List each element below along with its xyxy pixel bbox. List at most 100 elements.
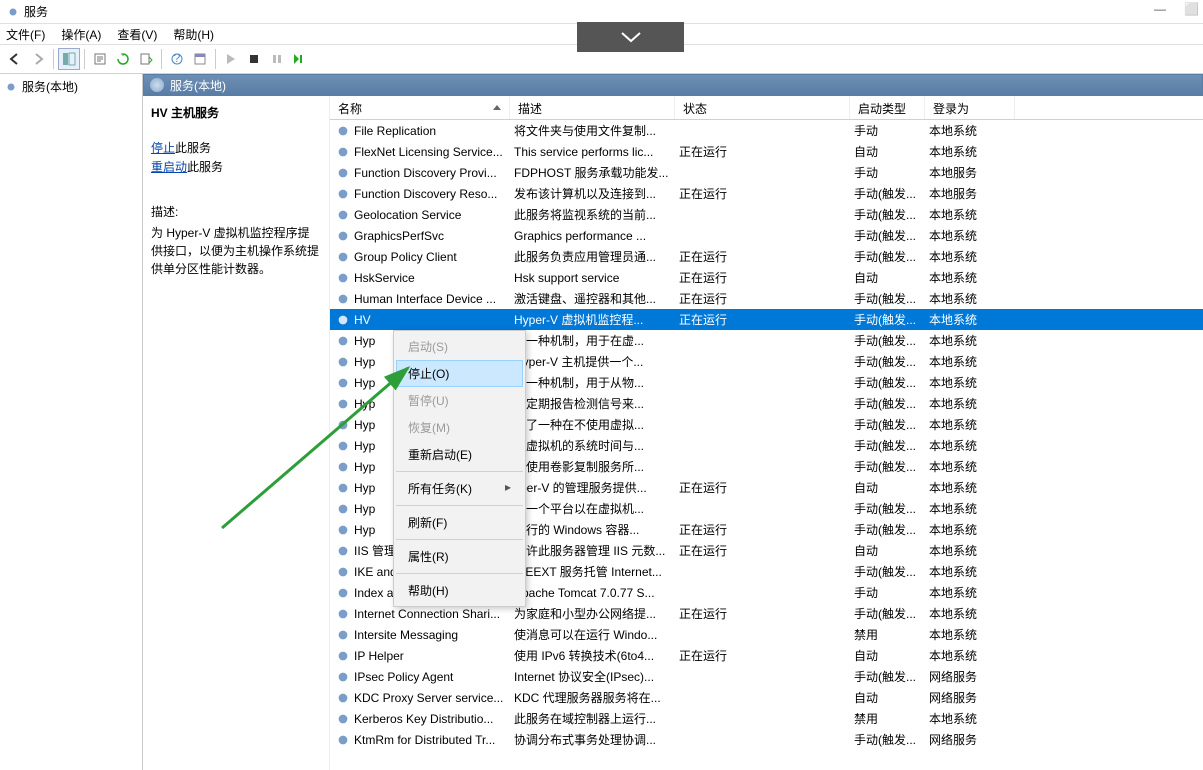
cell-name: IP Helper — [354, 649, 514, 663]
ctx-refresh[interactable]: 刷新(F) — [396, 509, 523, 536]
cell-startup: 手动(触发... — [854, 731, 929, 748]
cell-startup: 自动 — [854, 647, 929, 664]
service-row[interactable]: Intersite Messaging使消息可以在运行 Windo...禁用本地… — [330, 624, 1203, 645]
refresh-button[interactable] — [112, 48, 134, 70]
cell-logon: 本地系统 — [929, 605, 1019, 622]
cell-startup: 手动(触发... — [854, 332, 929, 349]
ctx-restart[interactable]: 重新启动(E) — [396, 441, 523, 468]
ctx-properties[interactable]: 属性(R) — [396, 543, 523, 570]
service-row[interactable]: Geolocation Service此服务将监视系统的当前...手动(触发..… — [330, 204, 1203, 225]
cell-description: FDPHOST 服务承载功能发... — [514, 164, 679, 181]
menu-view[interactable]: 查看(V) — [117, 26, 157, 42]
column-header-description[interactable]: 描述 — [510, 96, 675, 119]
start-service-button[interactable] — [220, 48, 242, 70]
cell-status: 正在运行 — [679, 143, 854, 160]
forward-button[interactable] — [27, 48, 49, 70]
service-row[interactable]: Kerberos Key Distributio...此服务在域控制器上运行..… — [330, 708, 1203, 729]
cell-description: This service performs lic... — [514, 145, 679, 159]
column-header-startup[interactable]: 启动类型 — [850, 96, 925, 119]
ctx-pause: 暂停(U) — [396, 387, 523, 414]
cell-logon: 本地系统 — [929, 374, 1019, 391]
service-row[interactable]: KDC Proxy Server service...KDC 代理服务器服务将在… — [330, 687, 1203, 708]
cell-logon: 本地系统 — [929, 248, 1019, 265]
service-row[interactable]: Function Discovery Provi...FDPHOST 服务承载功… — [330, 162, 1203, 183]
cell-description: 运行的 Windows 容器... — [514, 521, 679, 538]
service-row[interactable]: Human Interface Device ...激活键盘、遥控器和其他...… — [330, 288, 1203, 309]
service-row[interactable]: File Replication将文件夹与使用文件复制...手动本地系统 — [330, 120, 1203, 141]
maximize-button[interactable]: ⬜ — [1184, 2, 1199, 16]
minimize-button[interactable]: — — [1154, 2, 1166, 16]
cell-description: yper-V 的管理服务提供... — [514, 479, 679, 496]
column-header-status[interactable]: 状态 — [675, 96, 850, 119]
cell-name: HV — [354, 313, 514, 327]
menu-file[interactable]: 文件(F) — [6, 26, 45, 42]
gear-icon — [4, 80, 18, 94]
cell-logon: 本地系统 — [929, 437, 1019, 454]
services-app-icon — [6, 5, 20, 19]
stop-service-button[interactable] — [243, 48, 265, 70]
gear-icon — [336, 481, 350, 495]
restart-service-link[interactable]: 重启动 — [151, 160, 187, 174]
service-row[interactable]: GraphicsPerfSvcGraphics performance ...手… — [330, 225, 1203, 246]
svg-text:?: ? — [174, 52, 181, 65]
cell-logon: 本地系统 — [929, 143, 1019, 160]
service-row[interactable]: Group Policy Client此服务负责应用管理员通...正在运行手动(… — [330, 246, 1203, 267]
ctx-stop[interactable]: 停止(O) — [396, 360, 523, 387]
service-row[interactable]: KtmRm for Distributed Tr...协调分布式事务处理协调..… — [330, 729, 1203, 750]
cell-startup: 手动(触发... — [854, 437, 929, 454]
description-label: 描述: — [151, 203, 321, 220]
ctx-help[interactable]: 帮助(H) — [396, 577, 523, 604]
title-bar: 服务 — [0, 0, 1203, 24]
gear-icon — [336, 145, 350, 159]
tree-root-services-local[interactable]: 服务(本地) — [0, 76, 142, 97]
show-hide-tree-button[interactable] — [58, 48, 80, 70]
service-row[interactable]: IP Helper使用 IPv6 转换技术(6to4...正在运行自动本地系统 — [330, 645, 1203, 666]
properties-button[interactable] — [189, 48, 211, 70]
menu-help[interactable]: 帮助(H) — [173, 26, 214, 42]
cell-logon: 本地系统 — [929, 521, 1019, 538]
cell-startup: 自动 — [854, 689, 929, 706]
top-dropdown-chevron[interactable] — [577, 22, 684, 52]
gear-icon — [336, 292, 350, 306]
cell-name: GraphicsPerfSvc — [354, 229, 514, 243]
column-header-name[interactable]: 名称 — [330, 96, 510, 119]
service-row[interactable]: Function Discovery Reso...发布该计算机以及连接到...… — [330, 183, 1203, 204]
service-row[interactable]: HskServiceHsk support service正在运行自动本地系统 — [330, 267, 1203, 288]
cell-description: 此服务在域控制器上运行... — [514, 710, 679, 727]
cell-description: 使用 IPv6 转换技术(6to4... — [514, 647, 679, 664]
cell-description: 使消息可以在运行 Windo... — [514, 626, 679, 643]
menu-action[interactable]: 操作(A) — [61, 26, 101, 42]
help-button[interactable]: ? — [166, 48, 188, 70]
cell-logon: 本地系统 — [929, 500, 1019, 517]
cell-startup: 自动 — [854, 143, 929, 160]
cell-description: 供一种机制，用于从物... — [514, 374, 679, 391]
service-row[interactable]: HV Hyper-V 虚拟机监控程...正在运行手动(触发...本地系统 — [330, 309, 1203, 330]
restart-service-button[interactable] — [289, 48, 311, 70]
export-list-button[interactable] — [135, 48, 157, 70]
cell-description: 激活键盘、遥控器和其他... — [514, 290, 679, 307]
column-header-logon[interactable]: 登录为 — [925, 96, 1015, 119]
cell-startup: 禁用 — [854, 626, 929, 643]
window-controls: — ⬜ — [1154, 2, 1199, 16]
cell-logon: 本地系统 — [929, 332, 1019, 349]
ctx-all-tasks[interactable]: 所有任务(K) — [396, 475, 523, 502]
gear-icon — [336, 649, 350, 663]
back-button[interactable] — [4, 48, 26, 70]
cell-name: KtmRm for Distributed Tr... — [354, 733, 514, 747]
pause-service-button[interactable] — [266, 48, 288, 70]
stop-service-link[interactable]: 停止 — [151, 141, 175, 155]
gear-icon — [336, 229, 350, 243]
cell-status: 正在运行 — [679, 542, 854, 559]
service-row[interactable]: IPsec Policy AgentInternet 协议安全(IPsec)..… — [330, 666, 1203, 687]
cell-logon: 本地系统 — [929, 311, 1019, 328]
export-button[interactable] — [89, 48, 111, 70]
cell-logon: 本地系统 — [929, 563, 1019, 580]
navigation-tree[interactable]: 服务(本地) — [0, 74, 143, 770]
cell-description: Hyper-V 主机提供一个... — [514, 353, 679, 370]
cell-name: Kerberos Key Distributio... — [354, 712, 514, 726]
cell-startup: 手动(触发... — [854, 248, 929, 265]
cell-status: 正在运行 — [679, 185, 854, 202]
cell-logon: 本地系统 — [929, 542, 1019, 559]
cell-description: 协调分布式事务处理协调... — [514, 731, 679, 748]
service-row[interactable]: FlexNet Licensing Service...This service… — [330, 141, 1203, 162]
